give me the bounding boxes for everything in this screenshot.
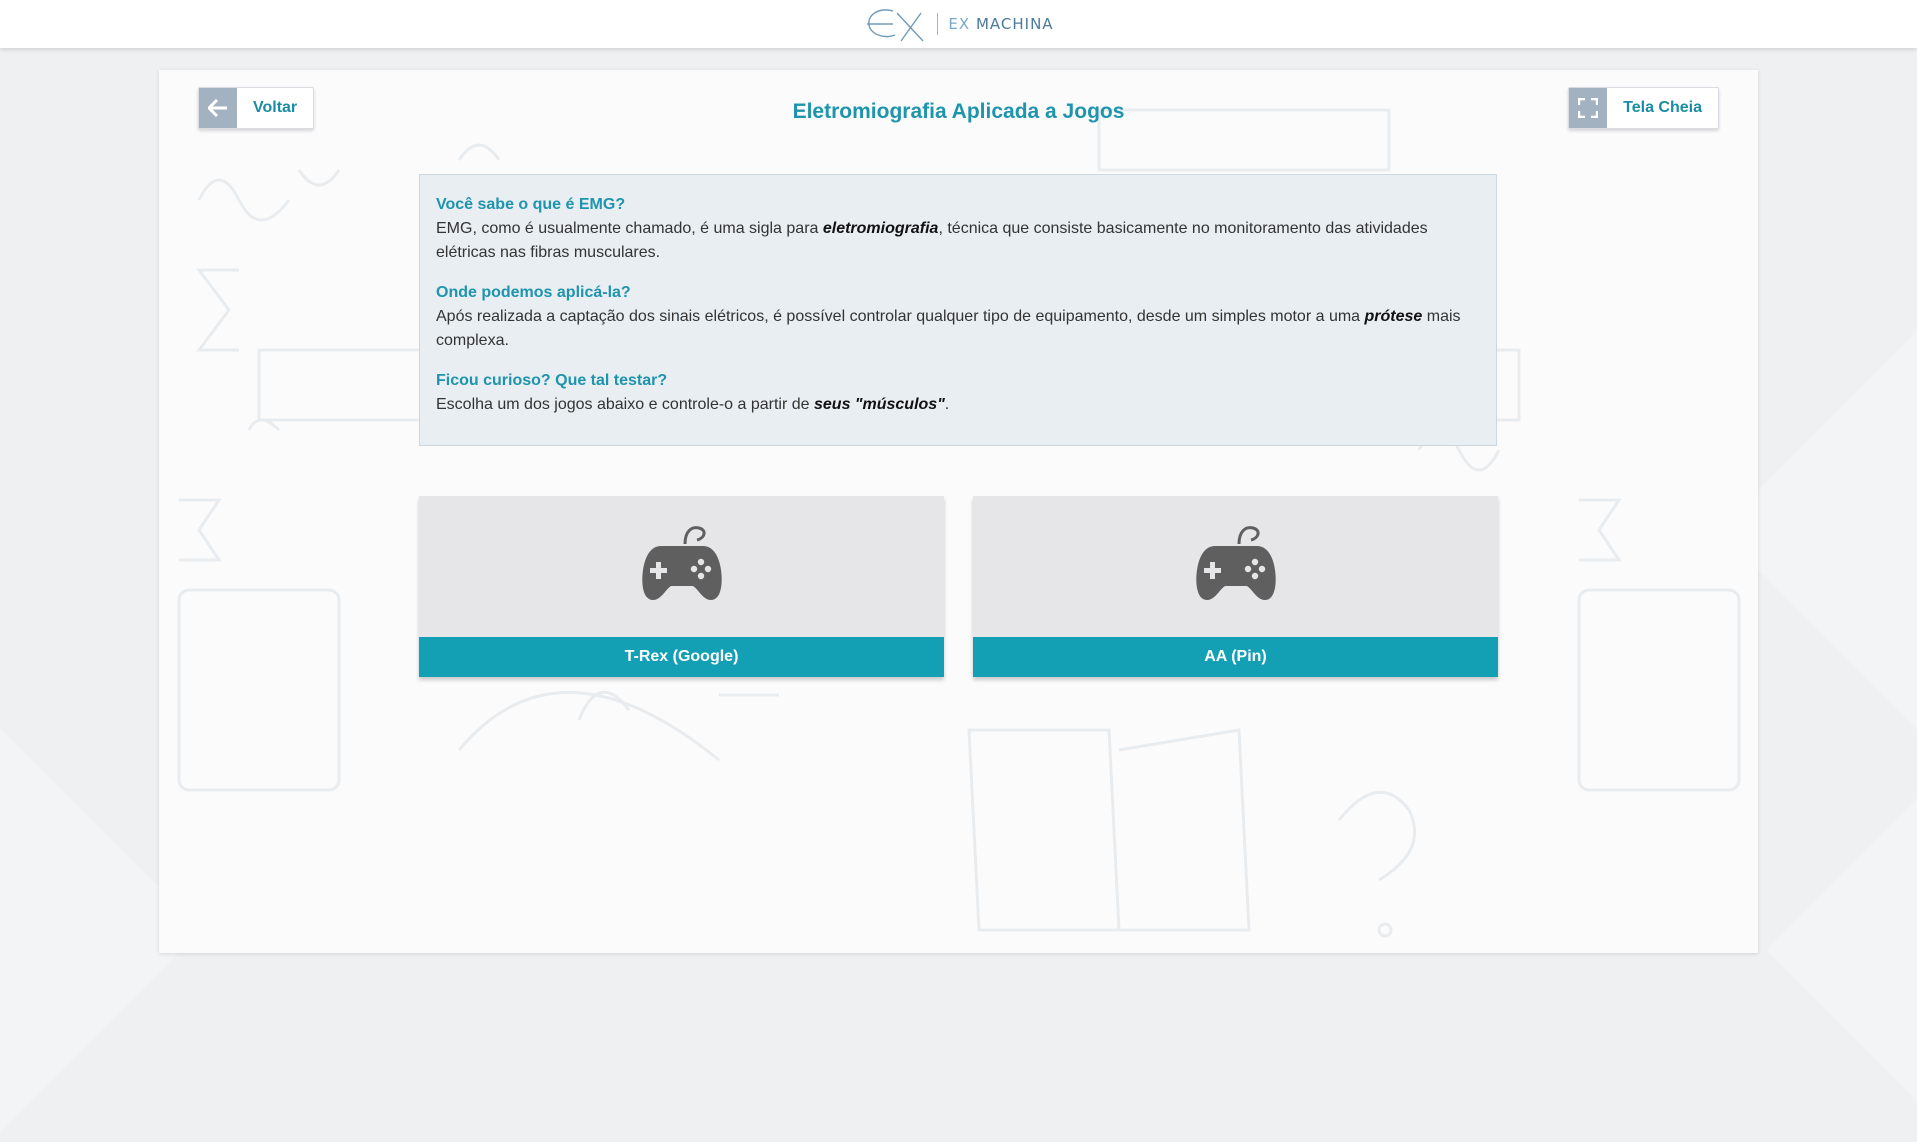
answer-text: EMG, como é usualmente chamado, é uma si… <box>436 220 823 237</box>
logo-separator <box>937 13 939 35</box>
emphasis-text: prótese <box>1364 308 1423 325</box>
question-test: Ficou curioso? Que tal testar? <box>436 372 668 389</box>
main-panel: Voltar Eletromiografia Aplicada a Jogos … <box>159 70 1758 953</box>
game-card-label[interactable]: T-Rex (Google) <box>419 637 944 677</box>
gamepad-icon <box>1193 520 1279 606</box>
info-section-1: Você sabe o que é EMG? EMG, como é usual… <box>436 193 1480 265</box>
fullscreen-button[interactable]: Tela Cheia <box>1568 87 1719 129</box>
answer-text: . <box>944 396 950 413</box>
emphasis-text: seus "músculos" <box>814 396 945 413</box>
top-navbar: EX MACHINA <box>0 0 1917 48</box>
logo[interactable]: EX MACHINA <box>863 5 1053 43</box>
question-application: Onde podemos aplicá-la? <box>436 284 631 301</box>
info-section-3: Ficou curioso? Que tal testar? Escolha u… <box>436 369 1480 417</box>
fullscreen-icon <box>1569 88 1608 128</box>
game-card-label[interactable]: AA (Pin) <box>973 637 1498 677</box>
game-card-aa-pin[interactable]: AA (Pin) <box>973 496 1498 677</box>
info-section-2: Onde podemos aplicá-la? Após realizada a… <box>436 281 1480 353</box>
question-emg: Você sabe o que é EMG? <box>436 196 626 213</box>
ex-machina-logo-icon <box>867 9 924 42</box>
answer-text: Após realizada a captação dos sinais elé… <box>436 308 1365 325</box>
answer-text: Escolha um dos jogos abaixo e controle-o… <box>436 396 814 413</box>
game-card-trex[interactable]: T-Rex (Google) <box>419 496 944 677</box>
emphasis-text: eletromiografia <box>822 220 939 237</box>
page-title: Eletromiografia Aplicada a Jogos <box>792 100 1125 123</box>
emg-info-box: Você sabe o que é EMG? EMG, como é usual… <box>419 174 1497 446</box>
logo-text: EX MACHINA <box>948 15 1054 33</box>
background-shape <box>1766 766 1917 1134</box>
fullscreen-button-label: Tela Cheia <box>1623 99 1702 116</box>
gamepad-icon <box>639 520 725 606</box>
